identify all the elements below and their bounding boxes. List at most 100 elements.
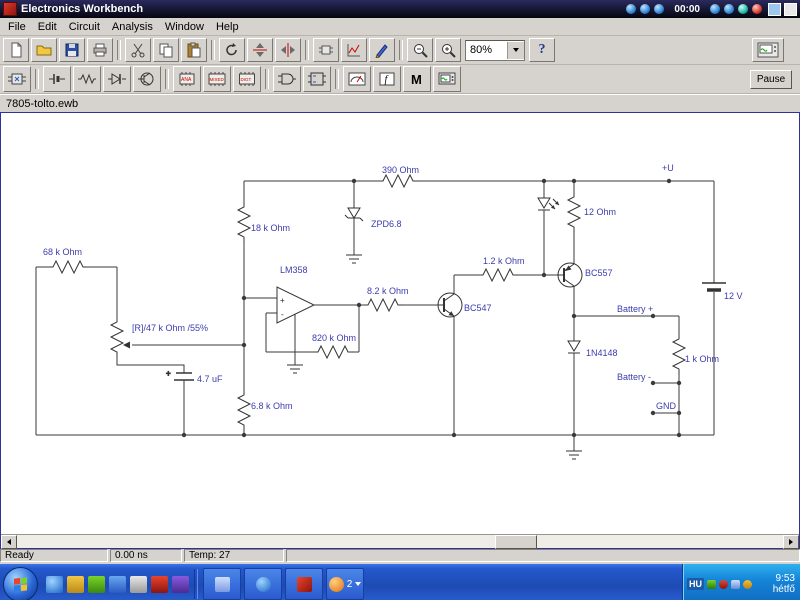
diode-1n4148[interactable] — [567, 340, 581, 354]
recorder-button-icon[interactable] — [738, 4, 748, 14]
zoom-select[interactable]: 80% — [465, 39, 525, 61]
logic-gates-bin-button[interactable] — [273, 66, 301, 92]
recorder-button-icon[interactable] — [724, 4, 734, 14]
arrow-right-icon — [789, 539, 793, 545]
scroll-left-button[interactable] — [1, 535, 17, 549]
quicklaunch-desktop-icon[interactable] — [130, 575, 147, 593]
zoom-dropdown-button[interactable] — [507, 41, 524, 59]
zoom-in-button[interactable] — [435, 38, 461, 62]
cut-button[interactable] — [125, 38, 151, 62]
instrument-panel-button[interactable] — [752, 38, 784, 62]
start-button[interactable] — [3, 566, 38, 600]
label-1n4148: 1N4148 — [586, 348, 618, 358]
close-icon[interactable] — [784, 2, 797, 16]
resistor-6k8[interactable] — [236, 391, 252, 431]
print-button[interactable] — [87, 38, 113, 62]
menu-circuit[interactable]: Circuit — [63, 20, 106, 34]
basic-bin-button[interactable] — [73, 66, 101, 92]
menu-window[interactable]: Window — [159, 20, 210, 34]
pause-button[interactable]: Pause — [750, 70, 792, 89]
transistor-bc557[interactable] — [557, 262, 583, 288]
transistors-bin-button[interactable] — [133, 66, 161, 92]
open-button[interactable] — [31, 38, 57, 62]
resistor-820k[interactable] — [314, 344, 354, 360]
quicklaunch-app-icon[interactable] — [109, 575, 126, 593]
capacitor-4u7[interactable]: + — [166, 369, 194, 381]
tray-status-icon[interactable] — [719, 579, 728, 589]
maximize-icon[interactable] — [768, 2, 781, 16]
help-button[interactable]: ? — [529, 38, 555, 62]
taskbar-window-button[interactable] — [203, 568, 241, 600]
tray-volume-icon[interactable] — [731, 579, 740, 589]
instruments-bin-button[interactable] — [433, 66, 461, 92]
taskbar-window-button[interactable] — [285, 568, 323, 600]
digital-bin-button[interactable] — [303, 66, 331, 92]
scrollbar-track[interactable] — [17, 535, 783, 549]
recorder-button-icon[interactable] — [710, 4, 720, 14]
resistor-1k2[interactable] — [479, 267, 519, 283]
zoom-out-button[interactable] — [407, 38, 433, 62]
menu-file[interactable]: File — [2, 20, 32, 34]
title-bar[interactable]: Electronics Workbench 00:00 — [0, 0, 800, 18]
diodes-bin-button[interactable] — [103, 66, 131, 92]
rotate-button[interactable] — [219, 38, 245, 62]
menu-analysis[interactable]: Analysis — [106, 20, 159, 34]
graph-icon — [347, 44, 360, 57]
create-subcircuit-button[interactable] — [313, 38, 339, 62]
resistor-68k[interactable] — [49, 259, 89, 275]
document-title-bar[interactable]: 7805-tolto.ewb — [0, 94, 800, 112]
flip-horizontal-button[interactable] — [275, 38, 301, 62]
window-title: Electronics Workbench — [21, 3, 144, 15]
indicators-bin-button[interactable] — [343, 66, 371, 92]
ground-symbol[interactable] — [566, 450, 582, 460]
digital-ics-bin-button[interactable]: DIGT — [233, 66, 261, 92]
tray-shield-icon[interactable] — [707, 579, 716, 589]
potentiometer-47k[interactable] — [109, 318, 125, 358]
quicklaunch-folder-icon[interactable] — [67, 575, 84, 593]
resistor-1k[interactable] — [671, 335, 687, 375]
quicklaunch-app-icon[interactable] — [88, 575, 105, 593]
horizontal-scrollbar[interactable] — [1, 534, 799, 549]
recorder-button-icon[interactable] — [640, 4, 651, 14]
analog-ic-chip-icon: ANA — [179, 72, 195, 86]
resistor-18k[interactable] — [236, 203, 252, 243]
scrollbar-thumb[interactable] — [495, 535, 537, 549]
language-indicator[interactable]: HU — [687, 578, 704, 590]
analog-ics-bin-button[interactable]: ANA — [173, 66, 201, 92]
menu-edit[interactable]: Edit — [32, 20, 63, 34]
transistor-bc547[interactable] — [437, 292, 463, 318]
controls-bin-button[interactable]: f — [373, 66, 401, 92]
taskbar-group-button[interactable]: 2 — [326, 568, 364, 600]
resistor-12ohm[interactable] — [566, 193, 582, 233]
miscellaneous-bin-button[interactable]: M — [403, 66, 431, 92]
flip-vertical-button[interactable] — [247, 38, 273, 62]
circuit-canvas[interactable]: + - + 390 Ohm +U 18 k Ohm ZPD6.8 12 Ohm … — [0, 112, 800, 549]
battery-12v[interactable] — [702, 282, 726, 292]
quicklaunch-app-icon[interactable] — [151, 575, 168, 593]
scroll-right-button[interactable] — [783, 535, 799, 549]
recorder-stop-icon[interactable] — [752, 4, 762, 14]
new-button[interactable] — [3, 38, 29, 62]
properties-tool-button[interactable] — [369, 38, 395, 62]
menu-help[interactable]: Help — [210, 20, 245, 34]
taskbar-clock[interactable]: 9:53 hétfő — [773, 573, 800, 595]
recorder-button-icon[interactable] — [626, 4, 637, 14]
ground-symbol[interactable] — [346, 254, 362, 264]
paste-button[interactable] — [181, 38, 207, 62]
resistor-8k2[interactable] — [364, 297, 404, 313]
analysis-graph-button[interactable] — [341, 38, 367, 62]
resistor-390ohm[interactable] — [379, 173, 419, 189]
quicklaunch-app-icon[interactable] — [172, 575, 189, 593]
favorites-bin-button[interactable] — [3, 66, 31, 92]
recorder-button-icon[interactable] — [654, 4, 665, 14]
copy-button[interactable] — [153, 38, 179, 62]
tray-update-icon[interactable] — [743, 579, 752, 589]
led[interactable] — [537, 197, 560, 211]
save-disk-icon — [65, 43, 79, 57]
quicklaunch-browser-icon[interactable] — [46, 575, 63, 593]
taskbar-window-button[interactable] — [244, 568, 282, 600]
ground-symbol[interactable] — [287, 364, 303, 374]
sources-bin-button[interactable] — [43, 66, 71, 92]
save-button[interactable] — [59, 38, 85, 62]
mixed-ics-bin-button[interactable]: MIXED — [203, 66, 231, 92]
